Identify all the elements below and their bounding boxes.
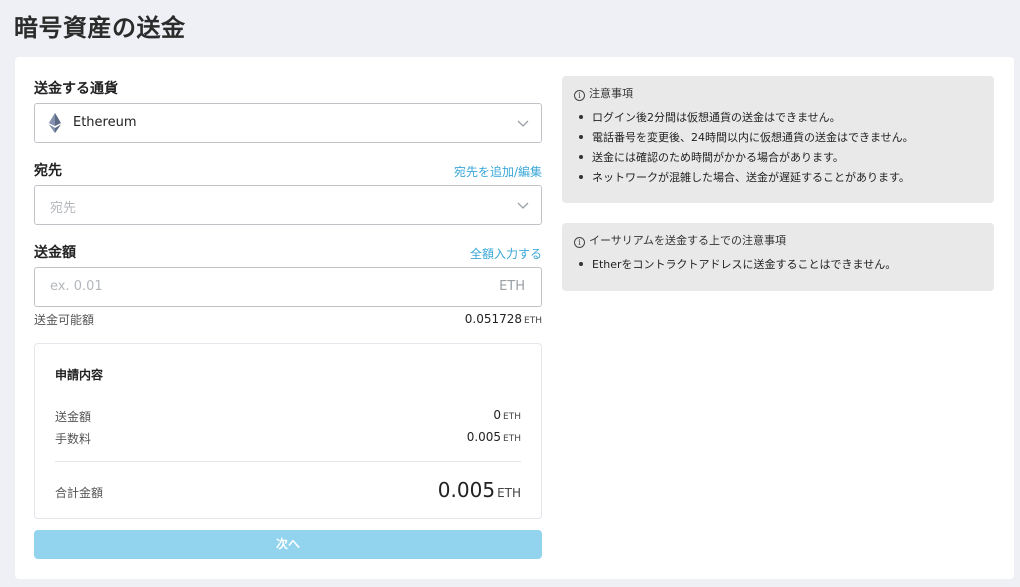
- summary-send-amount-row: 送金額 0 ETH: [55, 408, 521, 424]
- summary-total-row: 合計金額 0.005 ETH: [55, 478, 521, 502]
- enter-full-amount-link[interactable]: 全額入力する: [470, 245, 542, 262]
- info-icon: i: [574, 237, 585, 248]
- currency-label: 送金する通貨: [34, 81, 118, 97]
- ethereum-icon: [49, 113, 61, 133]
- ethereum-notice-list: Etherをコントラクトアドレスに送金することはできません。: [578, 256, 896, 276]
- summary-title: 申請内容: [55, 368, 104, 382]
- summary-divider: [55, 461, 521, 462]
- available-amount-label: 送金可能額: [34, 313, 95, 327]
- chevron-down-icon: [517, 120, 529, 127]
- amount-unit: ETH: [499, 279, 525, 294]
- destination-placeholder: 宛先: [50, 201, 77, 216]
- list-item: 電話番号を変更後、24時間以内に仮想通貨の送金はできません。: [579, 129, 914, 149]
- destination-select[interactable]: 宛先: [34, 185, 542, 225]
- next-button[interactable]: 次へ: [34, 530, 542, 559]
- send-form-card: 送金する通貨 Ethereum 宛先 宛先を追加/編集 宛先 送金額 全額入力す…: [15, 57, 1014, 579]
- list-item: 送金には確認のため時間がかかる場合があります。: [579, 149, 914, 169]
- destination-label: 宛先: [34, 163, 62, 179]
- general-notice: i 注意事項 ログイン後2分間は仮想通貨の送金はできません。 電話番号を変更後、2…: [562, 76, 994, 203]
- summary-fee-row: 手数料 0.005 ETH: [55, 430, 521, 446]
- currency-selected-value: Ethereum: [73, 115, 137, 130]
- info-icon: i: [574, 90, 585, 101]
- amount-input[interactable]: ex. 0.01 ETH: [34, 267, 542, 307]
- add-edit-destination-link[interactable]: 宛先を追加/編集: [454, 163, 542, 180]
- available-amount-value: 0.051728 ETH: [464, 312, 542, 326]
- list-item: ログイン後2分間は仮想通貨の送金はできません。: [579, 109, 914, 129]
- page-title: 暗号資産の送金: [14, 14, 186, 42]
- ethereum-notice: i イーサリアムを送金する上での注意事項 Etherをコントラクトアドレスに送金す…: [562, 223, 994, 291]
- application-summary: 申請内容 送金額 0 ETH 手数料 0.005 ETH 合計金額 0.005 ETH: [34, 343, 542, 519]
- amount-placeholder: ex. 0.01: [50, 279, 103, 294]
- general-notice-title: i 注意事項: [574, 85, 633, 101]
- ethereum-notice-title: i イーサリアムを送金する上での注意事項: [574, 232, 786, 248]
- general-notice-list: ログイン後2分間は仮想通貨の送金はできません。 電話番号を変更後、24時間以内に…: [579, 109, 914, 189]
- currency-select[interactable]: Ethereum: [34, 103, 542, 143]
- list-item: Etherをコントラクトアドレスに送金することはできません。: [578, 256, 896, 276]
- chevron-down-icon: [517, 202, 529, 209]
- list-item: ネットワークが混雑した場合、送金が遅延することがあります。: [579, 169, 914, 189]
- amount-label: 送金額: [34, 245, 76, 261]
- available-amount-row: 送金可能額 0.051728 ETH: [34, 311, 542, 329]
